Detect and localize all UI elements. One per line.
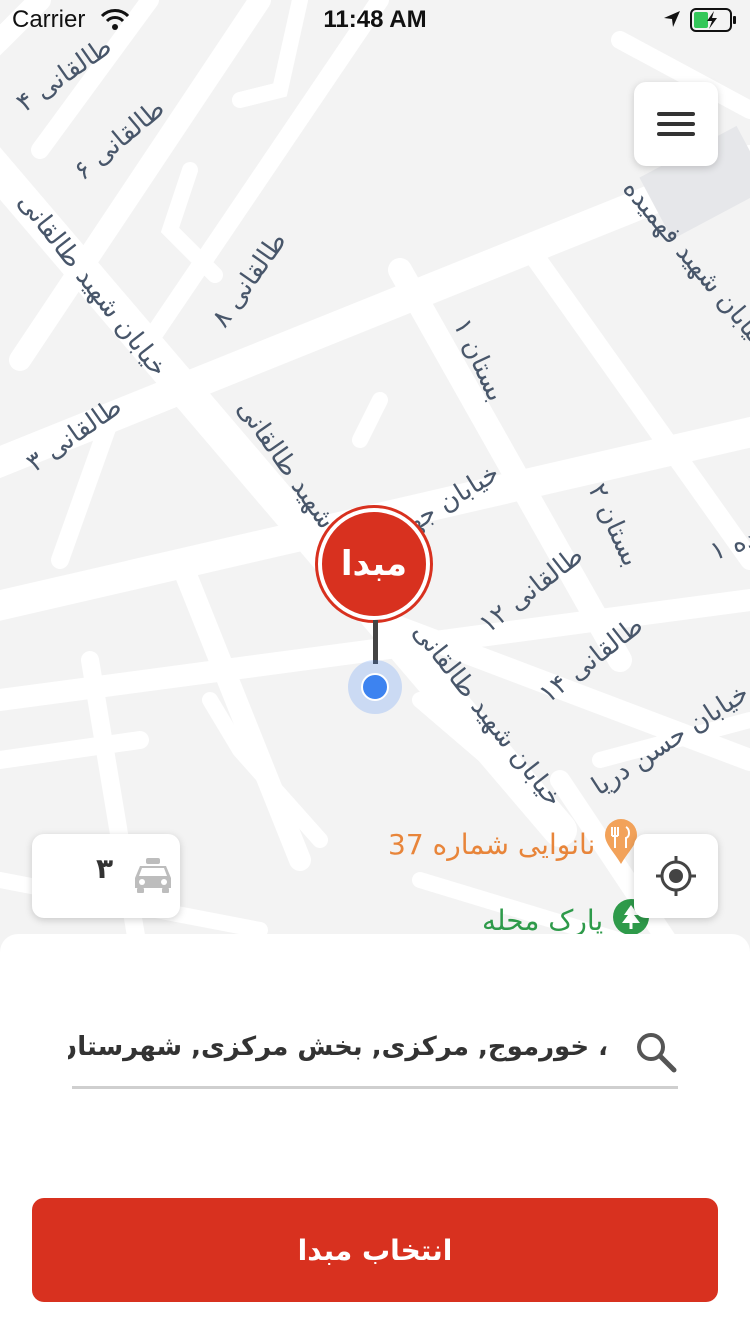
poi-bakery[interactable]: نانوایی شماره 37 xyxy=(388,818,638,871)
origin-pin-label: مبدا xyxy=(340,544,408,584)
menu-button[interactable] xyxy=(634,82,718,166)
nearby-taxis-card[interactable]: ۳ xyxy=(32,834,180,918)
hamburger-icon-line xyxy=(657,122,695,126)
poi-bakery-label: نانوایی شماره 37 xyxy=(388,828,596,861)
current-location-dot xyxy=(361,673,389,701)
taxi-count: ۳ xyxy=(96,852,114,885)
location-arrow-icon xyxy=(662,9,682,33)
poi-park-label: پارک محله xyxy=(482,904,604,937)
origin-pin-stem xyxy=(373,620,378,664)
address-search-value[interactable]: ، خورموج, مرکزی, بخش مرکزی, شهرستان دشتی… xyxy=(68,1032,608,1062)
clock: 11:48 AM xyxy=(323,6,427,33)
map-view[interactable]: طالقانی ۴ طالقانی ۶ خیابان شهید طالقانی … xyxy=(0,0,750,960)
search-icon[interactable] xyxy=(634,1030,678,1078)
hamburger-icon xyxy=(657,112,695,116)
status-bar: Carrier 11:48 AM xyxy=(0,0,750,40)
car-icon xyxy=(132,856,174,898)
battery-charging-icon xyxy=(690,8,738,36)
locate-me-button[interactable] xyxy=(634,834,718,918)
address-search-field[interactable]: ، خورموج, مرکزی, بخش مرکزی, شهرستان دشتی… xyxy=(68,1020,678,1089)
origin-pin: مبدا xyxy=(318,508,432,622)
crosshair-icon xyxy=(656,856,696,896)
hamburger-icon-line xyxy=(657,132,695,136)
origin-pin-badge: مبدا xyxy=(318,508,430,620)
select-origin-button[interactable]: انتخاب مبدا xyxy=(32,1198,718,1302)
